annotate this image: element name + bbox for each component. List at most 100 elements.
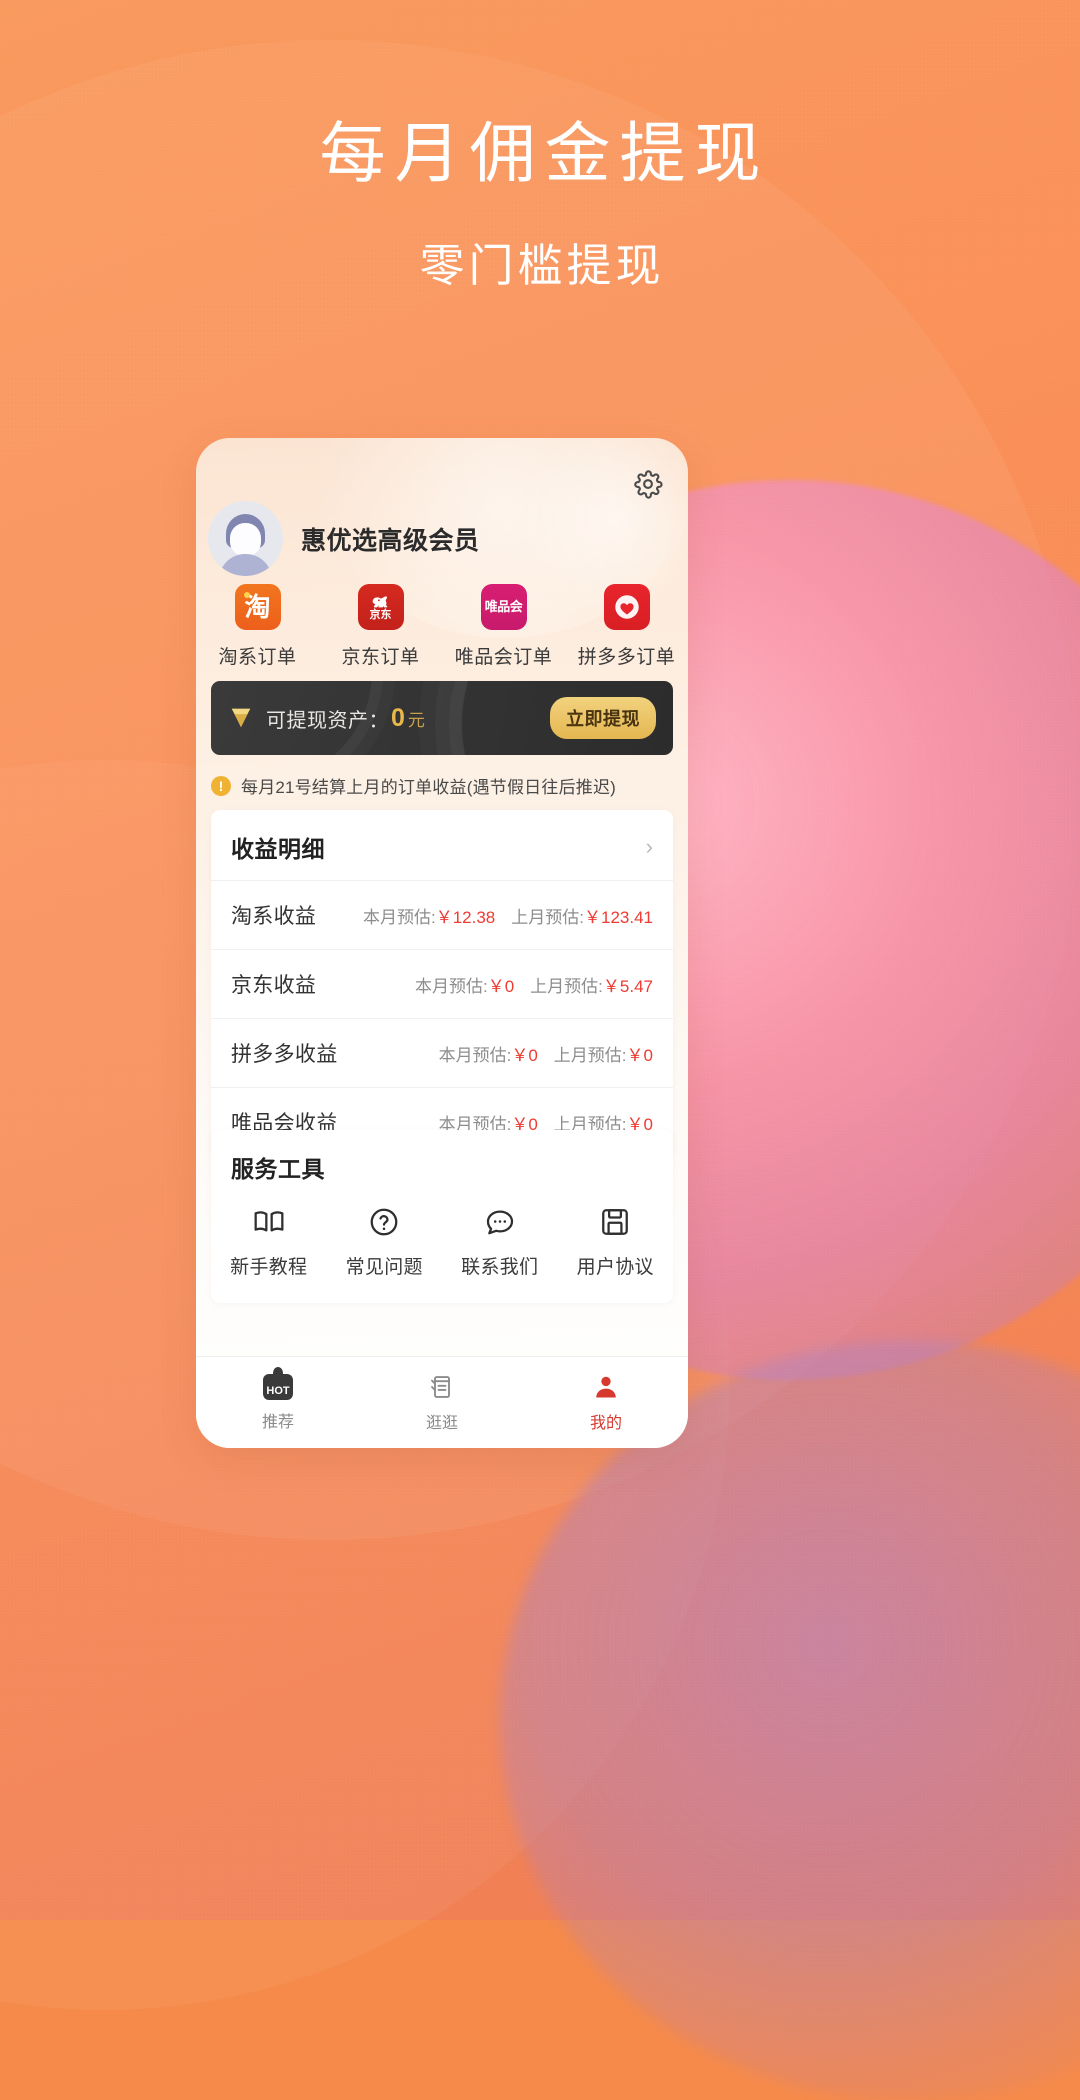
chevron-right-icon[interactable]: › (646, 836, 653, 858)
bottom-tab-bar: HOT 推荐 逛逛 我的 (196, 1356, 688, 1448)
book-icon (254, 1211, 284, 1232)
hero-section: 每月佣金提现 零门槛提现 (0, 116, 1080, 294)
jd-icon-text: 京东 (369, 608, 392, 621)
vip-icon-text: 唯品会 (484, 599, 523, 615)
currency-symbol: ￥ (584, 907, 601, 927)
tab-label-mine: 我的 (589, 1414, 622, 1432)
income-this-month: 本月预估:￥0 (439, 1041, 538, 1066)
currency-symbol: ￥ (511, 1045, 529, 1065)
income-row-name: 京东收益 (231, 974, 317, 997)
income-row-values: 本月预估:￥12.38 上月预估:￥123.41 (363, 903, 653, 928)
income-detail-card: 收益明细 › 淘系收益 本月预估:￥12.38 上月预估:￥123.41 京东收… (211, 810, 673, 1156)
hero-subtitle: 零门槛提现 (419, 240, 665, 292)
platform-label-jd: 京东订单 (341, 647, 420, 668)
balance-label: 可提现资产： (266, 709, 389, 732)
income-row-values: 本月预估:￥0 上月预估:￥5.47 (415, 972, 653, 997)
tool-label-tutorial: 新手教程 (230, 1257, 308, 1278)
currency-symbol: ￥ (626, 1045, 644, 1065)
service-tools-card: 服务工具 新手教程 常见问题 联系我们 用户协议 (211, 1130, 673, 1303)
service-tools-title: 服务工具 (231, 1156, 325, 1182)
browse-icon (431, 1375, 450, 1398)
jd-dog-icon (372, 595, 387, 607)
settings-button[interactable] (626, 462, 670, 506)
taobao-icon: 淘 (234, 584, 281, 630)
avatar[interactable] (208, 501, 283, 576)
tab-browse[interactable]: 逛逛 (360, 1373, 524, 1433)
platform-shortcut-row: 淘 淘系订单 京东 京东订单 唯品会 唯品会订单 拼多多订单 (196, 584, 688, 669)
income-this-month-label: 本月预估: (362, 907, 436, 927)
vip-icon: 唯品会 (480, 584, 527, 630)
platform-label-pdd: 拼多多订单 (577, 647, 676, 668)
tool-item-tutorial[interactable]: 新手教程 (211, 1206, 327, 1279)
currency-symbol: ￥ (602, 976, 620, 996)
save-disk-icon (602, 1209, 629, 1235)
withdrawable-balance-bar: 可提现资产： 0 元 立即提现 (211, 681, 673, 755)
income-detail-header[interactable]: 收益明细 › (211, 810, 673, 880)
balance-unit: 元 (407, 710, 425, 730)
profile-name: 惠优选高级会员 (301, 526, 480, 555)
tool-item-contact[interactable]: 联系我们 (442, 1206, 558, 1279)
income-last-month-value: 123.41 (601, 907, 653, 927)
income-row[interactable]: 京东收益 本月预估:￥0 上月预估:￥5.47 (211, 949, 673, 1018)
income-last-month-label: 上月预估: (511, 907, 584, 927)
platform-item-taobao[interactable]: 淘 淘系订单 (196, 584, 319, 669)
pdd-heart-icon (614, 595, 639, 619)
tool-item-faq[interactable]: 常见问题 (327, 1206, 443, 1279)
income-last-month: 上月预估:￥5.47 (530, 972, 653, 997)
income-row[interactable]: 淘系收益 本月预估:￥12.38 上月预估:￥123.41 (211, 880, 673, 949)
tool-label-agreement: 用户协议 (576, 1257, 654, 1278)
person-icon (596, 1376, 616, 1397)
income-this-month-value: 0 (504, 976, 515, 996)
chat-bubble-icon (486, 1210, 513, 1235)
tab-recommend[interactable]: HOT 推荐 (196, 1373, 360, 1432)
tool-item-agreement[interactable]: 用户协议 (558, 1206, 674, 1279)
income-this-month: 本月预估:￥12.38 (363, 903, 495, 928)
income-last-month: 上月预估:￥123.41 (511, 903, 653, 928)
tool-label-faq: 常见问题 (345, 1257, 423, 1278)
settlement-notice: ! 每月21号结算上月的订单收益(遇节假日往后推迟) (211, 773, 616, 798)
pdd-icon (603, 584, 650, 630)
platform-item-jd[interactable]: 京东 京东订单 (319, 584, 442, 669)
service-tools-header: 服务工具 (211, 1130, 673, 1200)
jd-icon: 京东 (357, 584, 404, 630)
income-row-name: 淘系收益 (231, 905, 317, 928)
hero-title: 每月佣金提现 (319, 116, 770, 190)
income-this-month-value: 0 (528, 1045, 538, 1065)
tab-label-recommend: 推荐 (261, 1413, 294, 1431)
income-detail-title: 收益明细 (231, 836, 325, 862)
diamond-icon (231, 708, 251, 728)
platform-label-vip: 唯品会订单 (454, 647, 553, 668)
income-row[interactable]: 拼多多收益 本月预估:￥0 上月预估:￥0 (211, 1018, 673, 1087)
settlement-notice-text: 每月21号结算上月的订单收益(遇节假日往后推迟) (241, 778, 617, 797)
income-last-month-value: 5.47 (619, 976, 653, 996)
tool-label-contact: 联系我们 (461, 1257, 539, 1278)
withdraw-now-button[interactable]: 立即提现 (550, 697, 656, 739)
gear-icon (634, 470, 663, 499)
taobao-icon-dot (243, 592, 250, 598)
platform-item-pdd[interactable]: 拼多多订单 (565, 584, 688, 669)
income-this-month: 本月预估:￥0 (415, 972, 514, 997)
phone-mockup: 惠优选高级会员 淘 淘系订单 京东 京东订单 唯品会 唯品会订单 拼多多订单 可… (196, 438, 688, 1448)
platform-item-vip[interactable]: 唯品会 唯品会订单 (442, 584, 565, 669)
income-last-month-label: 上月预估: (530, 976, 603, 996)
income-row-values: 本月预估:￥0 上月预估:￥0 (439, 1041, 653, 1066)
currency-symbol: ￥ (435, 907, 453, 927)
income-this-month-label: 本月预估: (438, 1045, 512, 1065)
income-this-month-value: 12.38 (452, 907, 496, 927)
hot-flame-icon: HOT (263, 1373, 293, 1400)
platform-label-taobao: 淘系订单 (218, 647, 297, 668)
currency-symbol: ￥ (487, 976, 505, 996)
income-row-name: 拼多多收益 (231, 1043, 338, 1066)
exclamation-circle-icon: ! (211, 775, 231, 796)
profile-header[interactable]: 惠优选高级会员 (208, 501, 480, 576)
income-last-month-label: 上月预估: (553, 1045, 627, 1065)
avatar-body (219, 554, 272, 576)
income-last-month-value: 0 (643, 1045, 653, 1065)
avatar-face (230, 523, 261, 556)
income-last-month: 上月预估:￥0 (554, 1041, 653, 1066)
tab-mine[interactable]: 我的 (524, 1373, 688, 1433)
taobao-icon-glyph: 淘 (244, 592, 271, 622)
tab-label-browse: 逛逛 (425, 1414, 458, 1432)
question-circle-icon (370, 1208, 398, 1236)
service-tools-row: 新手教程 常见问题 联系我们 用户协议 (211, 1200, 673, 1303)
